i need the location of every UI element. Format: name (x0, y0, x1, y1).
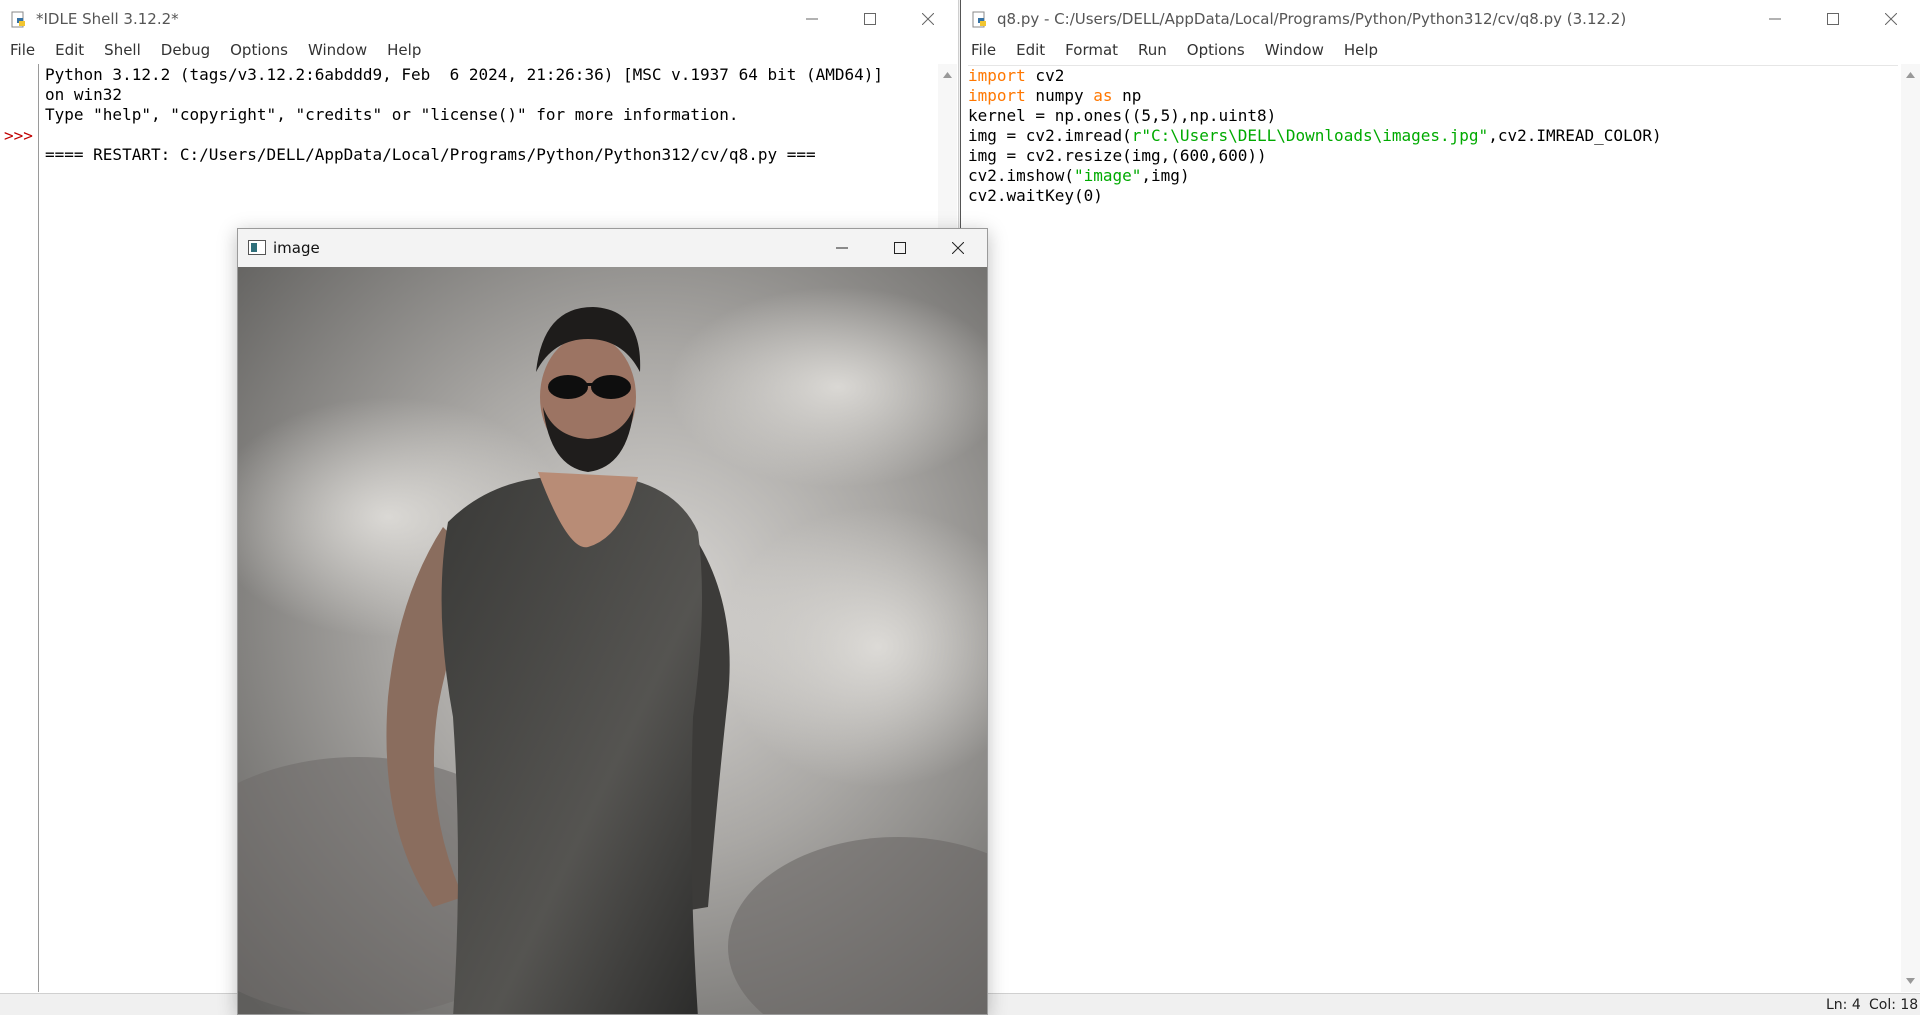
shell-line: Python 3.12.2 (tags/v3.12.2:6abddd9, Feb… (45, 65, 884, 84)
maximize-button[interactable] (1804, 0, 1862, 38)
shell-line: ==== RESTART: C:/Users/DELL/AppData/Loca… (45, 145, 816, 164)
photo-of-man-in-sunglasses (238, 267, 987, 1014)
code-editor[interactable]: import cv2 import numpy as np kernel = n… (968, 65, 1898, 991)
shell-title: *IDLE Shell 3.12.2* (36, 10, 179, 28)
code-line: img = cv2.resize(img,(600,600)) (968, 146, 1267, 165)
code-line: kernel = np.ones((5,5),np.uint8) (968, 106, 1277, 125)
menu-options[interactable]: Options (220, 38, 298, 59)
editor-statusbar: Ln: 4 Col: 18 (961, 993, 1920, 1015)
maximize-button[interactable] (841, 0, 899, 38)
window-app-icon (248, 240, 266, 260)
shell-line: on win32 (45, 85, 123, 104)
close-button[interactable] (1862, 0, 1920, 38)
editor-title: q8.py - C:/Users/DELL/AppData/Local/Prog… (997, 10, 1627, 28)
menu-window[interactable]: Window (1255, 38, 1334, 59)
editor-menubar: File Edit Format Run Options Window Help (961, 38, 1920, 62)
python-file-icon (10, 11, 28, 29)
close-button[interactable] (929, 229, 987, 267)
python-file-icon (971, 11, 989, 29)
shell-line: Type "help", "copyright", "credits" or "… (45, 105, 739, 124)
code-line: import cv2 (968, 66, 1065, 85)
menu-help[interactable]: Help (377, 38, 431, 59)
menu-debug[interactable]: Debug (151, 38, 220, 59)
menu-run[interactable]: Run (1128, 38, 1177, 59)
image-titlebar[interactable]: image (238, 229, 987, 267)
menu-file[interactable]: File (961, 38, 1006, 59)
shell-gutter: >>> (0, 64, 39, 992)
image-canvas (238, 267, 987, 1014)
shell-prompt: >>> (4, 126, 33, 145)
menu-options[interactable]: Options (1177, 38, 1255, 59)
menu-edit[interactable]: Edit (45, 38, 94, 59)
code-line: cv2.imshow("image",img) (968, 166, 1190, 185)
shell-menubar: File Edit Shell Debug Options Window Help (0, 38, 958, 62)
code-line: cv2.waitKey(0) (968, 186, 1103, 205)
menu-format[interactable]: Format (1055, 38, 1128, 59)
menu-shell[interactable]: Shell (94, 38, 151, 59)
image-window: image (237, 228, 988, 1015)
menu-help[interactable]: Help (1334, 38, 1388, 59)
minimize-button[interactable] (1746, 0, 1804, 38)
menu-window[interactable]: Window (298, 38, 377, 59)
minimize-button[interactable] (813, 229, 871, 267)
menu-file[interactable]: File (0, 38, 45, 59)
editor-window: q8.py - C:/Users/DELL/AppData/Local/Prog… (960, 0, 1920, 1015)
editor-titlebar[interactable]: q8.py - C:/Users/DELL/AppData/Local/Prog… (961, 0, 1920, 38)
code-line: import numpy as np (968, 86, 1142, 105)
code-line: img = cv2.imread(r"C:\Users\DELL\Downloa… (968, 126, 1662, 145)
editor-scrollbar[interactable] (1901, 64, 1920, 992)
minimize-button[interactable] (783, 0, 841, 38)
status-col: Col: 18 (1869, 997, 1919, 1013)
menu-edit[interactable]: Edit (1006, 38, 1055, 59)
maximize-button[interactable] (871, 229, 929, 267)
shell-titlebar[interactable]: *IDLE Shell 3.12.2* (0, 0, 958, 38)
status-line: Ln: 4 (1826, 997, 1861, 1013)
close-button[interactable] (899, 0, 957, 38)
image-window-title: image (273, 239, 320, 257)
